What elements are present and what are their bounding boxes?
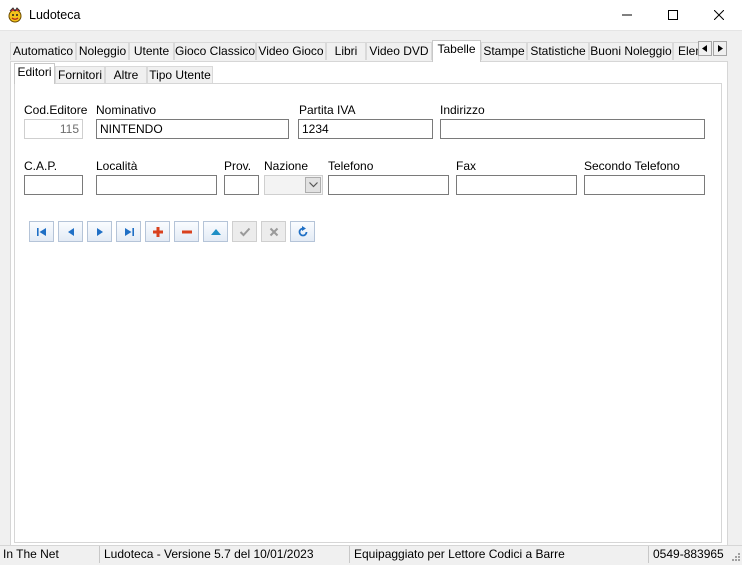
tab-video-gioco[interactable]: Video Gioco: [256, 42, 326, 60]
refresh-icon: [298, 225, 307, 236]
tab-elenchi[interactable]: Elen: [673, 42, 699, 60]
main-tab-strip: Automatico Noleggio Utente Gioco Classic…: [10, 40, 728, 62]
tab-buoni-noleggio[interactable]: Buoni Noleggio: [589, 42, 673, 60]
telefono-label: Telefono: [328, 159, 374, 173]
next-icon: [96, 227, 103, 236]
prov-label: Prov.: [224, 159, 252, 173]
nav-first-button[interactable]: [29, 221, 54, 242]
last-icon: [124, 227, 134, 236]
first-icon: [36, 227, 46, 236]
nazione-dropdown-button[interactable]: [305, 177, 321, 193]
nav-delete-button[interactable]: [174, 221, 199, 242]
tab-utente[interactable]: Utente: [129, 42, 174, 60]
indirizzo-label: Indirizzo: [440, 103, 485, 117]
nav-edit-button[interactable]: [203, 221, 228, 242]
post-icon: [239, 227, 250, 236]
app-logo-icon: [7, 7, 23, 23]
tab-video-dvd[interactable]: Video DVD: [366, 42, 432, 60]
arrow-left-icon: [702, 45, 707, 52]
maximize-button[interactable]: [650, 0, 696, 30]
cancel-icon: [269, 227, 278, 236]
tab-stampe[interactable]: Stampe: [481, 42, 527, 60]
tab-scroll-right-button[interactable]: [713, 41, 727, 56]
cod-editore-label: Cod.Editore: [24, 103, 88, 117]
subtab-tipo-utente[interactable]: Tipo Utente: [147, 66, 213, 83]
telefono-field[interactable]: [328, 175, 449, 195]
secondo-telefono-field[interactable]: [584, 175, 705, 195]
cap-label: C.A.P.: [24, 159, 58, 173]
tab-libri[interactable]: Libri: [326, 42, 366, 60]
minimize-button[interactable]: [604, 0, 650, 30]
size-grip-icon[interactable]: [731, 550, 741, 562]
partita-iva-field[interactable]: 1234: [298, 119, 433, 139]
secondo-telefono-label: Secondo Telefono: [584, 159, 680, 173]
prior-icon: [67, 227, 74, 236]
nominativo-field[interactable]: NINTENDO: [96, 119, 289, 139]
subtab-fornitori[interactable]: Fornitori: [55, 66, 105, 83]
subtab-editori[interactable]: Editori: [14, 63, 55, 84]
nazione-combobox[interactable]: [264, 175, 323, 195]
edit-icon: [210, 228, 221, 235]
tab-gioco-classico[interactable]: Gioco Classico: [174, 42, 256, 60]
status-panel-connection: In The Net: [0, 546, 100, 563]
nav-post-button[interactable]: [232, 221, 257, 242]
status-panel-phone: 0549-883965: [653, 547, 724, 561]
fax-field[interactable]: [456, 175, 577, 195]
indirizzo-field[interactable]: [440, 119, 705, 139]
nazione-label: Nazione: [264, 159, 309, 173]
minimize-icon: [622, 14, 632, 16]
tab-noleggio[interactable]: Noleggio: [76, 42, 129, 60]
nav-prior-button[interactable]: [58, 221, 83, 242]
sub-tab-panel: [14, 83, 722, 543]
arrow-right-icon: [718, 45, 723, 52]
maximize-icon: [668, 10, 678, 20]
nominativo-label: Nominativo: [96, 103, 157, 117]
delete-icon: [181, 230, 192, 233]
nav-last-button[interactable]: [116, 221, 141, 242]
localita-field[interactable]: [96, 175, 217, 195]
fax-label: Fax: [456, 159, 477, 173]
localita-label: Località: [96, 159, 138, 173]
cod-editore-field: 115: [24, 119, 83, 139]
nav-insert-button[interactable]: [145, 221, 170, 242]
nav-cancel-button[interactable]: [261, 221, 286, 242]
tab-automatico[interactable]: Automatico: [10, 42, 76, 60]
tab-tabelle[interactable]: Tabelle: [432, 40, 481, 62]
close-button[interactable]: [696, 0, 742, 30]
close-icon: [714, 10, 724, 20]
tab-scroll-left-button[interactable]: [698, 41, 712, 56]
prov-field[interactable]: [224, 175, 259, 195]
nav-next-button[interactable]: [87, 221, 112, 242]
insert-icon: [152, 226, 163, 237]
cap-field[interactable]: [24, 175, 83, 195]
tab-statistiche[interactable]: Statistiche: [527, 42, 589, 60]
nav-refresh-button[interactable]: [290, 221, 315, 242]
subtab-altre[interactable]: Altre: [105, 66, 147, 83]
status-panel-version: Ludoteca - Versione 5.7 del 10/01/2023: [101, 546, 350, 563]
partita-iva-label: Partita IVA: [299, 103, 356, 117]
window-title: Ludoteca: [29, 8, 81, 22]
chevron-down-icon: [308, 182, 318, 188]
status-panel-barcode: Equipaggiato per Lettore Codici a Barre: [351, 546, 649, 563]
